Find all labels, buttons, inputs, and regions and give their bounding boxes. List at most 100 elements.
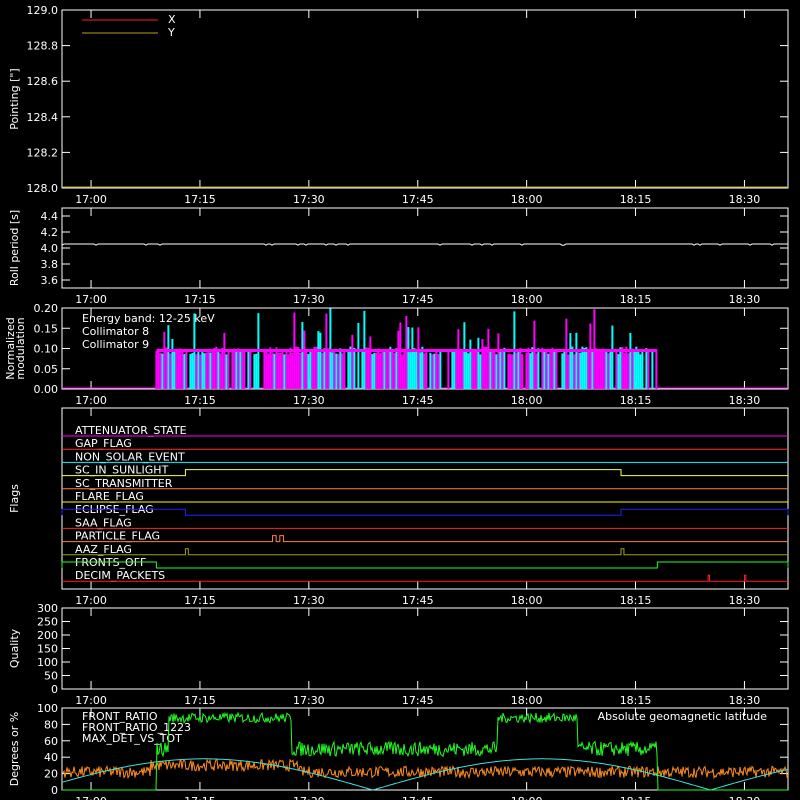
y-tick-label: 40 [44,751,58,764]
y-tick-label: 0 [51,683,58,696]
x-tick-label: 17:30 [293,594,325,607]
y-tick-label: 0 [51,784,58,797]
y-axis-label: Flags [8,484,21,513]
x-tick-label: 17:30 [293,795,325,800]
x-tick-label: 17:15 [184,795,216,800]
y-tick-label: 80 [44,718,58,731]
panel-frame-roll [61,207,789,289]
x-tick-label: 18:30 [729,795,761,800]
flag-line [62,469,788,477]
flag-label: DECIM_PACKETS [75,569,165,582]
x-tick-label: 17:15 [184,694,216,707]
y-tick-label: 3.6 [41,274,59,287]
x-tick-label: 18:00 [511,394,543,407]
x-tick-label: 18:15 [620,293,652,306]
x-tick-label: 17:45 [402,795,434,800]
x-tick-label: 17:45 [402,694,434,707]
y-tick-label: 250 [37,616,58,629]
x-tick-label: 17:00 [75,193,107,206]
y-tick-label: 50 [44,670,58,683]
x-tick-label: 17:15 [184,394,216,407]
y-axis-label: Quality [8,628,21,668]
x-tick-label: 17:00 [75,594,107,607]
flag-line [61,561,789,569]
x-tick-label: 17:30 [293,193,325,206]
y-tick-label: 128.0 [27,182,59,195]
x-tick-label: 18:00 [511,795,543,800]
y-tick-label: 60 [44,735,58,748]
flag-label: ATTENUATOR_STATE [75,424,187,437]
y-tick-label: 200 [37,629,58,642]
y-tick-label: 0.00 [34,383,59,396]
x-tick-label: 18:00 [511,694,543,707]
flag-label: NON_SOLAR_EVENT [75,450,185,463]
y-tick-label: 4.0 [41,242,59,255]
x-tick-label: 18:15 [620,594,652,607]
flag-label: FLARE_FLAG [75,490,144,503]
y-tick-label: 100 [37,656,58,669]
x-tick-label: 18:30 [729,193,761,206]
y-tick-label: 0.20 [34,302,59,315]
legend-label: Collimator 8 [82,325,149,338]
y-tick-label: 129.0 [27,4,59,17]
x-tick-label: 17:30 [293,394,325,407]
x-tick-label: 17:00 [75,394,107,407]
y-axis-label: modulation [14,317,27,379]
legend-label: MAX_DET_VS_TOT [82,732,182,745]
x-tick-label: 18:30 [729,594,761,607]
x-tick-label: 18:30 [729,394,761,407]
y-axis-label: Roll period [s] [8,210,21,286]
x-tick-label: 18:00 [511,594,543,607]
x-tick-label: 18:00 [511,193,543,206]
y-tick-label: 150 [37,643,58,656]
x-tick-label: 17:00 [75,795,107,800]
x-tick-label: 17:45 [402,594,434,607]
roll-period-series [61,243,788,246]
y-tick-label: 0.10 [34,343,59,356]
x-tick-label: 17:15 [184,193,216,206]
flag-label: SAA_FLAG [75,516,132,529]
x-tick-label: 18:15 [620,694,652,707]
panel-frame-quality [61,607,789,690]
x-tick-label: 17:00 [75,694,107,707]
legend-label: X [168,13,176,26]
y-tick-label: 4.4 [41,210,59,223]
x-tick-label: 17:45 [402,293,434,306]
x-tick-label: 18:30 [729,694,761,707]
x-tick-label: 17:00 [75,293,107,306]
x-tick-label: 17:45 [402,394,434,407]
y-tick-label: 128.6 [27,75,59,88]
legend-label: Y [167,26,175,39]
flag-label: AAZ_FLAG [75,543,132,556]
legend-label: Collimator 9 [82,338,149,351]
x-tick-label: 17:45 [402,193,434,206]
flag-label: SC_IN_SUNLIGHT [75,464,169,477]
flag-line [62,535,788,543]
x-tick-label: 18:15 [620,193,652,206]
x-tick-label: 18:30 [729,293,761,306]
x-tick-label: 17:15 [184,293,216,306]
y-tick-label: 128.4 [27,111,59,124]
y-tick-label: 300 [37,602,58,615]
y-tick-label: 128.2 [27,146,59,159]
x-tick-label: 18:15 [620,394,652,407]
x-tick-label: 18:15 [620,795,652,800]
y-tick-label: 4.2 [41,226,59,239]
y-axis-label: Degrees or % [8,712,21,786]
x-tick-label: 17:30 [293,694,325,707]
latitude-label: Absolute geomagnetic latitude [598,710,768,723]
y-tick-label: 100 [37,702,58,715]
flag-label: PARTICLE_FLAG [75,530,160,543]
chart-canvas: 17:00 17:15 17:30 17:45 18:00 18:15 18:30 128.0… [4,4,789,800]
x-tick-label: 17:30 [293,293,325,306]
x-tick-label: 17:15 [184,594,216,607]
flag-label: SC_TRANSMITTER [75,477,173,490]
flag-line [62,574,788,582]
y-tick-label: 20 [44,768,58,781]
y-tick-label: 3.8 [41,258,59,271]
x-tick-label: 18:00 [511,293,543,306]
flag-line [62,548,788,556]
y-tick-label: 128.8 [27,40,59,53]
y-tick-label: 0.15 [34,322,59,335]
y-axis-label: Pointing ["] [8,68,21,129]
